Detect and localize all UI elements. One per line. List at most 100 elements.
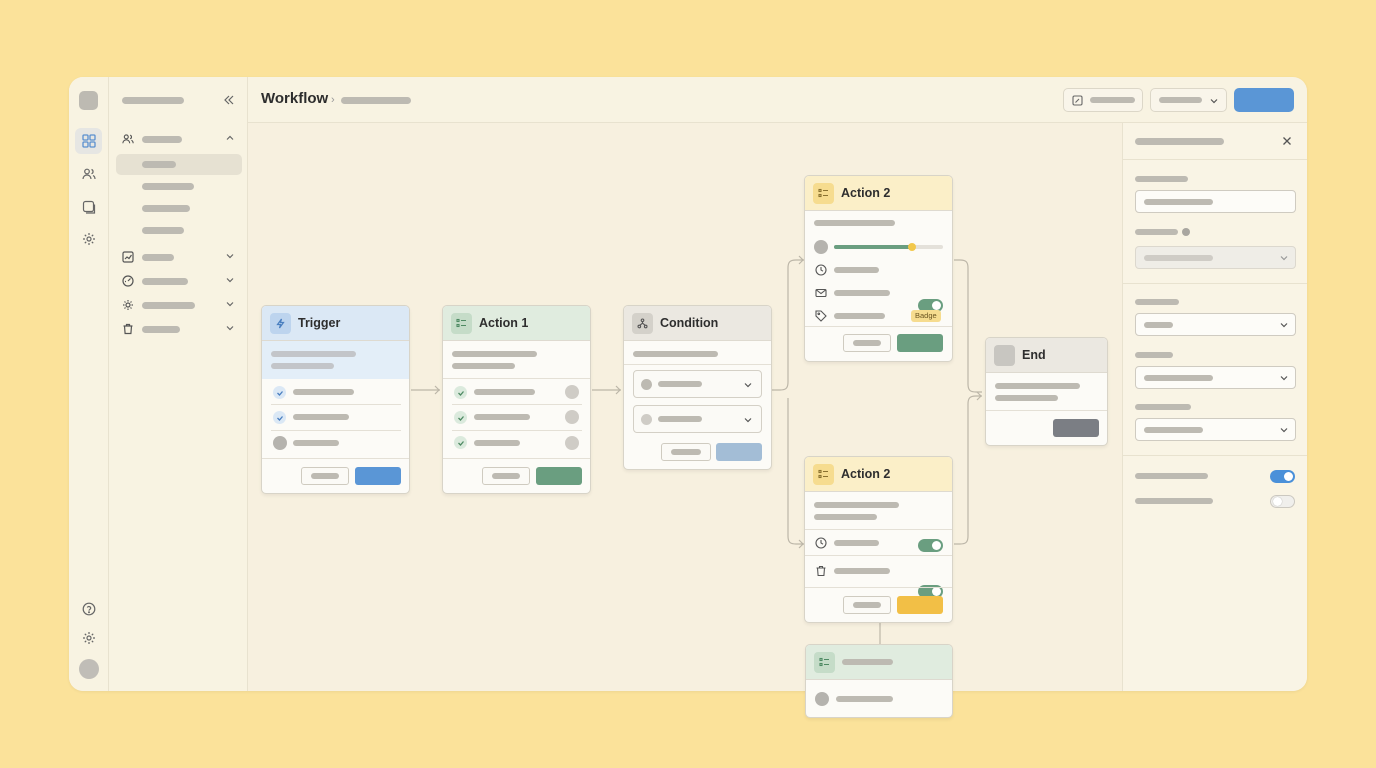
chevron-down-icon xyxy=(226,278,234,283)
lightning-icon xyxy=(270,312,291,334)
page-title: Workflow xyxy=(261,90,329,107)
node-primary-button[interactable] xyxy=(897,596,943,614)
sidebar-item-analytics[interactable] xyxy=(121,271,235,291)
collapse-sidebar-button[interactable] xyxy=(223,93,235,111)
app-logo[interactable] xyxy=(79,91,98,110)
user-avatar[interactable] xyxy=(79,659,99,679)
node-action-2-top[interactable]: Action 2 Badge xyxy=(804,175,953,362)
node-header: Action 2 xyxy=(805,176,952,211)
sidebar-item-label xyxy=(142,277,188,285)
sidebar-subitem-active[interactable] xyxy=(116,154,242,175)
chevron-down-icon xyxy=(226,302,234,307)
node-primary-button[interactable] xyxy=(1053,419,1099,437)
node-title: Action 2 xyxy=(841,467,891,481)
node-action-extra[interactable] xyxy=(805,644,953,718)
options-dropdown[interactable] xyxy=(1150,88,1227,112)
node-end[interactable]: End xyxy=(985,337,1108,446)
app-window: Workflow › Trigger Action 1 Condition Ac… xyxy=(69,77,1307,691)
node-title: Trigger xyxy=(298,316,341,330)
chevron-down-icon xyxy=(1280,428,1288,433)
check-icon xyxy=(454,386,467,399)
icon-rail xyxy=(69,77,109,691)
node-primary-button[interactable] xyxy=(355,467,401,485)
node-action-1[interactable]: Action 1 xyxy=(442,305,591,494)
help-button[interactable] xyxy=(75,596,102,622)
nav-dashboard-button[interactable] xyxy=(75,128,102,154)
secondary-action-button[interactable] xyxy=(1063,88,1143,112)
clock-icon xyxy=(815,264,827,276)
sidebar-subitem[interactable] xyxy=(116,198,242,219)
node-secondary-button[interactable] xyxy=(843,334,891,352)
avatar xyxy=(273,436,287,450)
node-secondary-button[interactable] xyxy=(843,596,891,614)
setting-label xyxy=(1135,498,1213,504)
sidebar-header-placeholder xyxy=(122,97,184,104)
node-primary-button[interactable] xyxy=(897,334,943,352)
field-label xyxy=(1135,176,1188,182)
node-header: Action 2 xyxy=(805,457,952,492)
sidebar xyxy=(109,77,248,691)
sidebar-item-trash[interactable] xyxy=(121,319,235,339)
node-title: Action 1 xyxy=(479,316,529,330)
node-header: End xyxy=(986,338,1107,373)
check-icon xyxy=(273,386,286,399)
node-primary-button[interactable] xyxy=(716,443,762,461)
field-label xyxy=(1135,352,1173,358)
trash-icon xyxy=(123,323,133,335)
avatar xyxy=(814,240,828,254)
primary-action-button[interactable] xyxy=(1234,88,1294,112)
sidebar-item-label xyxy=(142,325,180,333)
progress-handle[interactable] xyxy=(908,243,917,251)
trash-icon xyxy=(816,565,826,577)
sidebar-subitem[interactable] xyxy=(116,220,242,241)
sidebar-item-config[interactable] xyxy=(121,295,235,315)
chevron-down-icon xyxy=(226,326,234,331)
grid-icon xyxy=(81,134,96,148)
node-secondary-button[interactable] xyxy=(301,467,349,485)
status-badge: Badge xyxy=(911,310,941,322)
node-primary-button[interactable] xyxy=(536,467,582,485)
sidebar-item-reports[interactable] xyxy=(121,247,235,267)
node-title: End xyxy=(1022,348,1046,362)
settings-button[interactable] xyxy=(75,625,102,651)
panel-title xyxy=(1135,138,1224,145)
nav-layers-button[interactable] xyxy=(75,194,102,220)
select-dropdown[interactable] xyxy=(1135,366,1296,389)
node-secondary-button[interactable] xyxy=(661,443,711,461)
select-dropdown[interactable] xyxy=(1135,313,1296,336)
workflow-canvas[interactable]: Trigger Action 1 Condition Action 2 Badg… xyxy=(248,123,1122,691)
chevron-down-icon xyxy=(226,254,234,259)
check-icon xyxy=(273,411,286,424)
chevron-down-icon xyxy=(1280,256,1288,261)
field-label xyxy=(1135,229,1178,235)
condition-field-select[interactable] xyxy=(633,370,762,398)
close-icon[interactable] xyxy=(1282,136,1292,146)
node-secondary-button[interactable] xyxy=(482,467,530,485)
node-header: Action 1 xyxy=(443,306,590,341)
node-trigger[interactable]: Trigger xyxy=(261,305,410,494)
condition-operator-select[interactable] xyxy=(633,405,762,433)
nav-settings-button[interactable] xyxy=(75,226,102,252)
setting-label xyxy=(1135,473,1208,479)
breadcrumb-current[interactable] xyxy=(341,97,411,104)
select-dropdown[interactable] xyxy=(1135,418,1296,441)
sidebar-item-users[interactable] xyxy=(121,129,235,149)
text-input[interactable] xyxy=(1135,190,1296,213)
node-action-2-bottom[interactable]: Action 2 xyxy=(804,456,953,623)
top-bar: Workflow › xyxy=(248,77,1307,123)
node-condition[interactable]: Condition xyxy=(623,305,772,470)
setting-toggle-on[interactable] xyxy=(1270,470,1295,483)
nav-users-button[interactable] xyxy=(75,161,102,187)
node-title: Action 2 xyxy=(841,186,891,200)
tag-icon xyxy=(815,310,827,322)
branch-icon xyxy=(632,312,653,334)
cog-icon xyxy=(123,300,133,310)
setting-toggle-off[interactable] xyxy=(1270,495,1295,508)
chevron-down-icon xyxy=(1280,376,1288,381)
sidebar-item-label xyxy=(142,301,195,309)
progress-track xyxy=(834,245,943,249)
chevron-right-icon: › xyxy=(331,94,335,106)
toggle-switch[interactable] xyxy=(918,539,943,552)
sidebar-subitem[interactable] xyxy=(116,176,242,197)
chevron-down-icon xyxy=(1280,323,1288,328)
